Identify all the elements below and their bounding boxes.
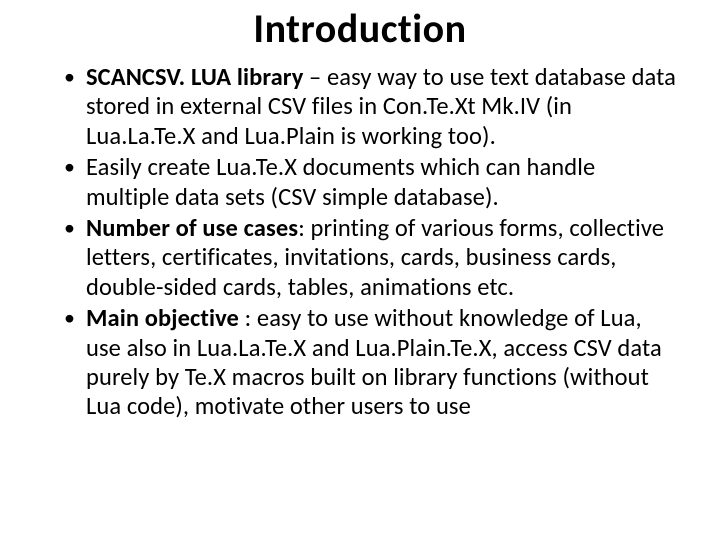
bullet-bold: SCANCSV. LUA library xyxy=(86,62,303,92)
list-item: Main objective : easy to use without kno… xyxy=(64,304,680,422)
slide: Introduction SCANCSV. LUA library – easy… xyxy=(0,0,720,540)
bullet-list: SCANCSV. LUA library – easy way to use t… xyxy=(40,63,680,422)
list-item: Number of use cases: printing of various… xyxy=(64,214,680,302)
bullet-bold: Number of use cases xyxy=(86,213,298,243)
bullet-text: Easily create Lua.Te.X documents which c… xyxy=(86,152,595,211)
slide-title: Introduction xyxy=(40,4,680,53)
list-item: SCANCSV. LUA library – easy way to use t… xyxy=(64,63,680,151)
list-item: Easily create Lua.Te.X documents which c… xyxy=(64,153,680,212)
bullet-bold: Main objective xyxy=(86,303,245,333)
